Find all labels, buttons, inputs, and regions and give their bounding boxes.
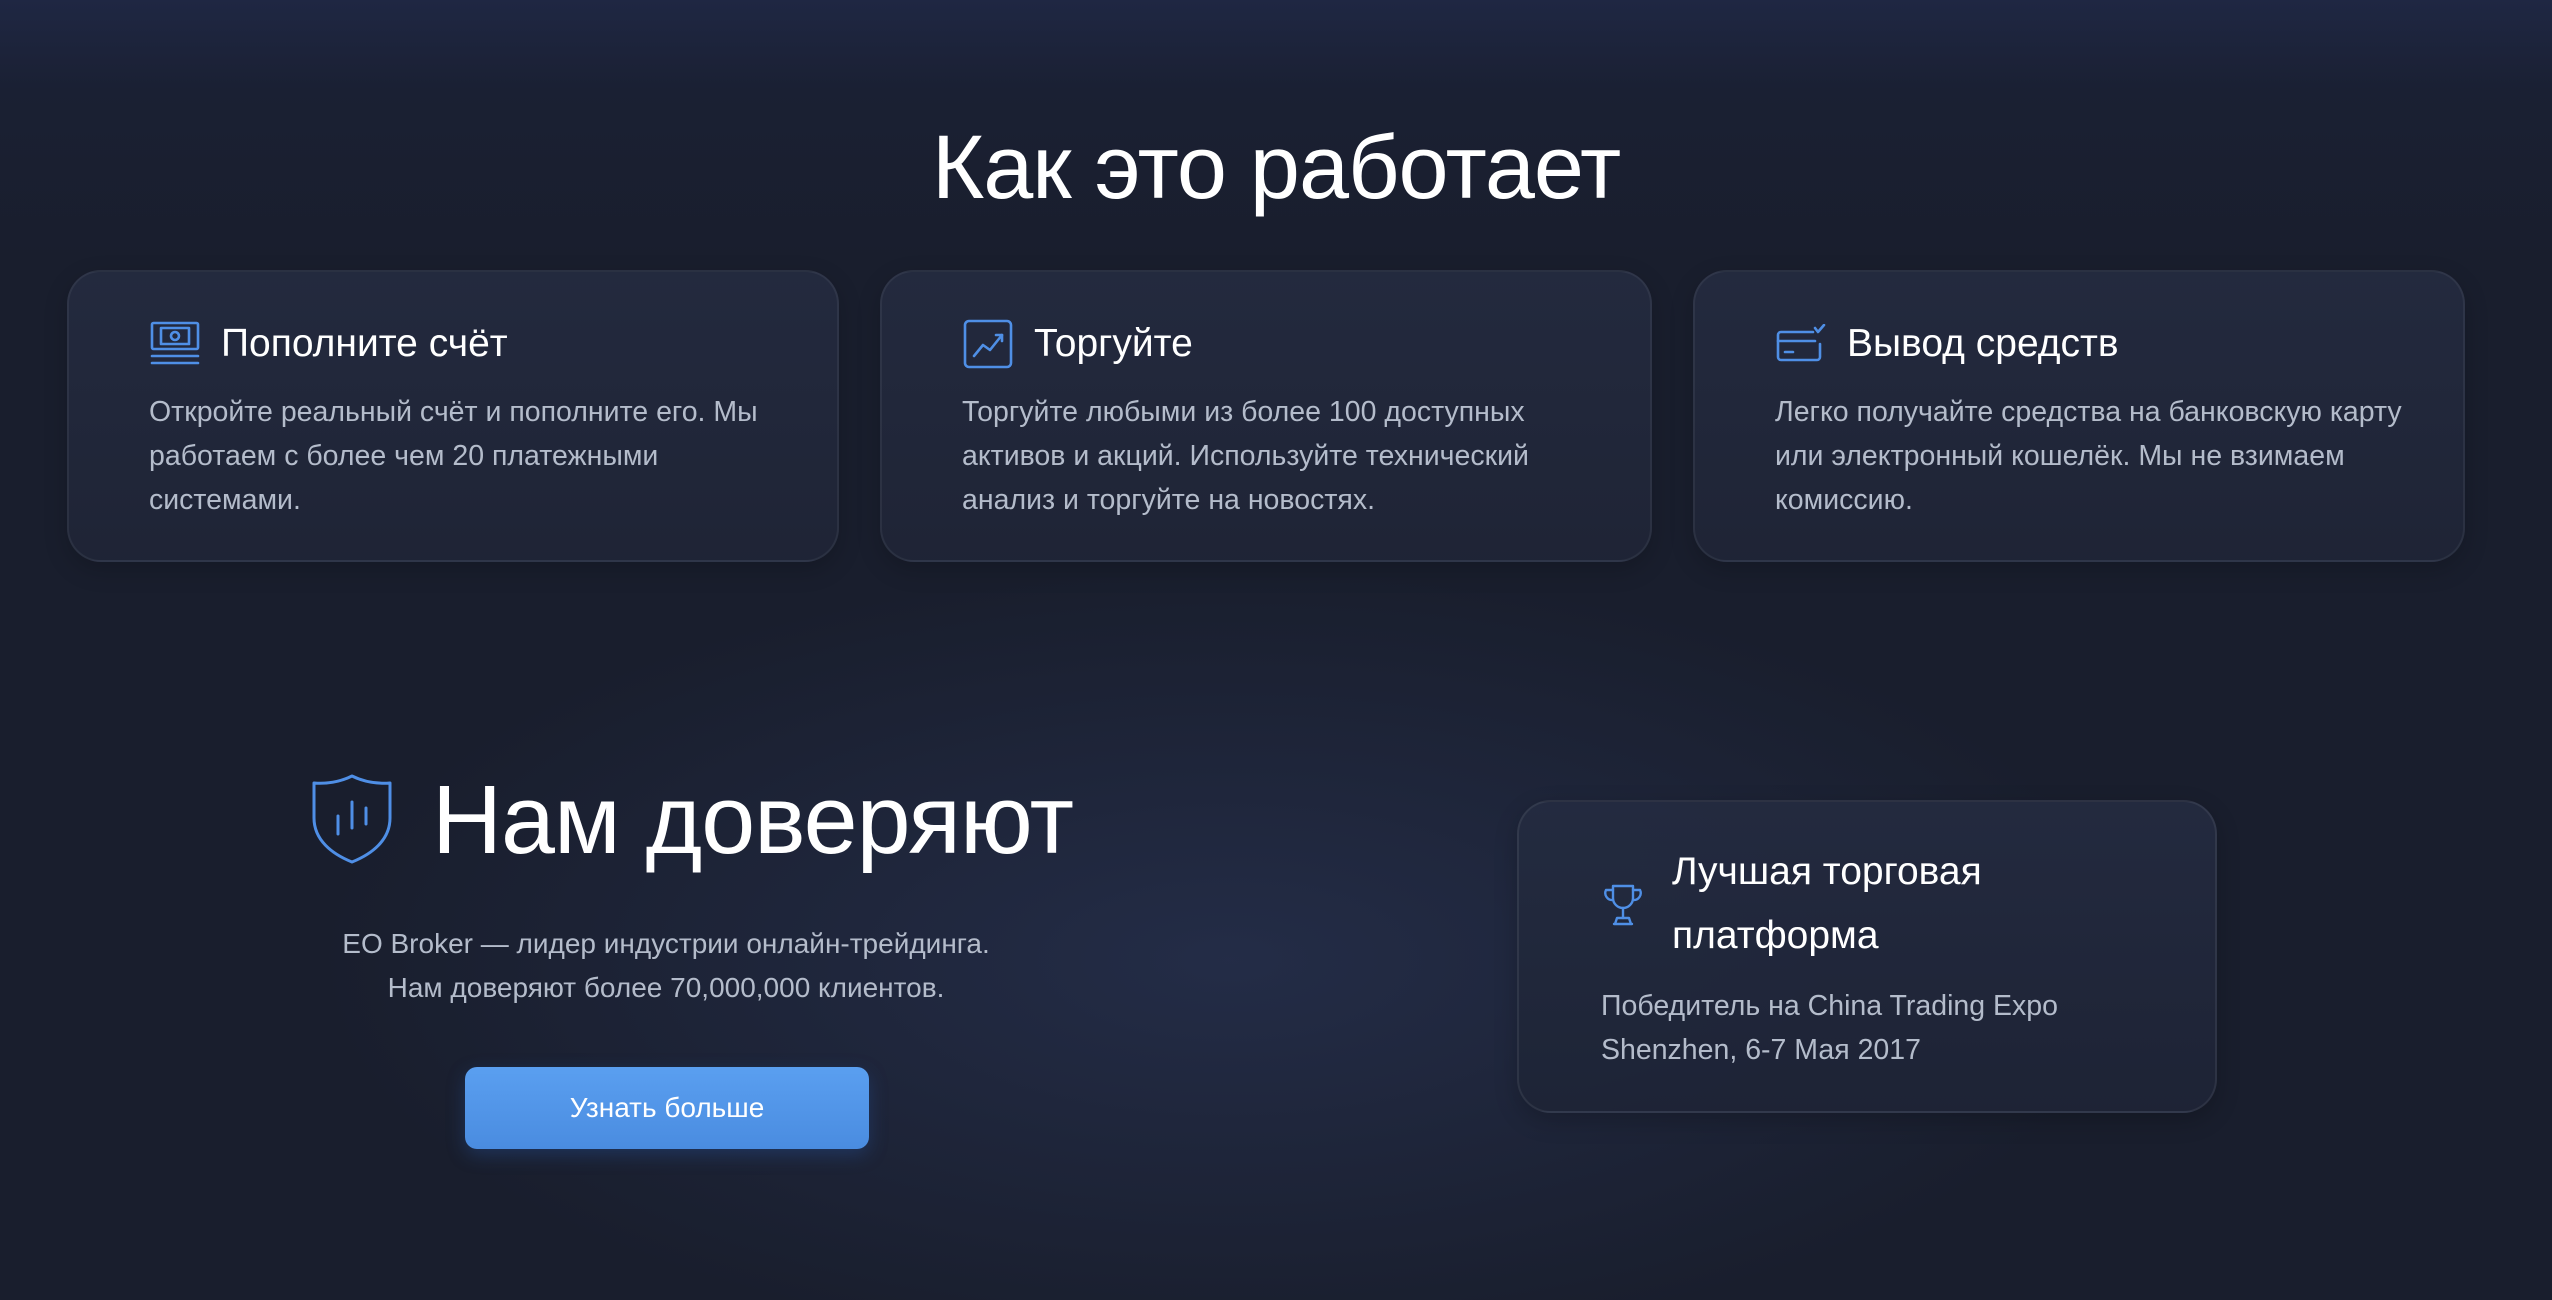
step-description: Торгуйте любыми из более 100 доступных а… [962, 396, 1529, 516]
step-card-header: Торгуйте [962, 316, 1193, 372]
trust-description: EO Broker — лидер индустрии онлайн-трейд… [266, 922, 1066, 1010]
award-title: Лучшая торговая платформа [1672, 850, 1982, 957]
card-withdraw-icon [1775, 318, 1827, 370]
section-title-how-it-works: Как это работает [931, 118, 1621, 218]
step-card-trade: Торгуйте Торгуйте любыми из более 100 до… [880, 270, 1652, 562]
trophy-icon [1601, 882, 1645, 928]
step-card-deposit: Пополните счёт Откройте реальный счёт и … [67, 270, 839, 562]
step-description: Откройте реальный счёт и пополните его. … [149, 396, 758, 516]
trust-description-line: Нам доверяют более 70,000,000 клиентов. [387, 972, 945, 1003]
trend-chart-icon [962, 318, 1014, 370]
step-description: Легко получайте средства на банковскую к… [1775, 396, 2402, 516]
banknote-icon [149, 318, 201, 370]
step-card-header: Вывод средств [1775, 316, 2119, 372]
step-card-header: Пополните счёт [149, 316, 508, 372]
award-description-line: Победитель на China Trading Expo [1601, 990, 2058, 1022]
learn-more-button[interactable]: Узнать больше [465, 1067, 869, 1149]
step-card-withdraw: Вывод средств Легко получайте средства н… [1693, 270, 2465, 562]
shield-chart-icon [310, 772, 394, 866]
award-card: Лучшая торговая платформа Победитель на … [1517, 800, 2217, 1113]
award-description: Победитель на China Trading Expo Shenzhe… [1601, 984, 2181, 1072]
award-description-line: Shenzhen, 6-7 Мая 2017 [1601, 1034, 1921, 1066]
trust-description-line: EO Broker — лидер индустрии онлайн-трейд… [342, 928, 990, 959]
step-title: Пополните счёт [221, 322, 508, 365]
section-title-trust: Нам доверяют [432, 765, 1074, 874]
step-title: Вывод средств [1847, 322, 2119, 365]
step-title: Торгуйте [1034, 322, 1193, 365]
